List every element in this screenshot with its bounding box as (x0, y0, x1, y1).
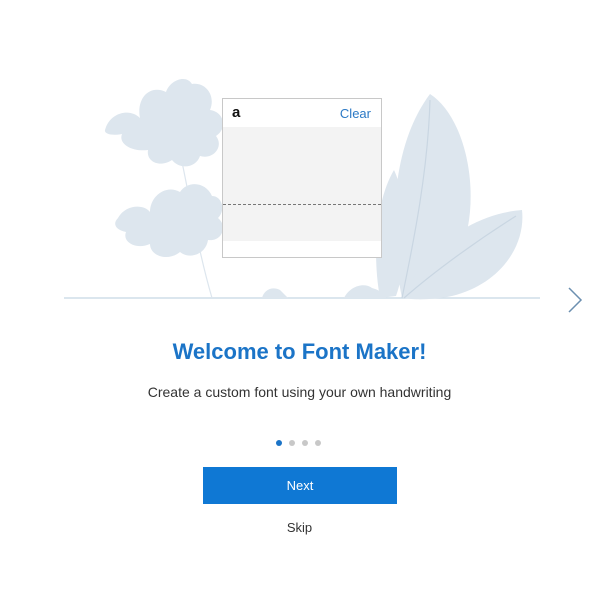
next-button[interactable]: Next (203, 467, 397, 504)
skip-link-container: Skip (0, 520, 599, 535)
handwriting-card-header: a Clear (223, 99, 381, 128)
pagination-dot-4[interactable] (315, 440, 321, 446)
page-title: Welcome to Font Maker! (172, 339, 427, 364)
pagination-dot-3[interactable] (302, 440, 308, 446)
baseline-guide (223, 204, 381, 205)
page-subtitle: Create a custom font using your own hand… (147, 384, 452, 400)
welcome-page: a Clear Welcome to Font Maker! Create a … (0, 0, 599, 598)
drawing-area[interactable] (223, 127, 381, 241)
welcome-illustration: a Clear (0, 0, 599, 305)
pagination-dot-2[interactable] (289, 440, 295, 446)
pagination-dots (276, 440, 321, 448)
card-letter: a (232, 104, 241, 121)
clear-link[interactable]: Clear (340, 106, 371, 121)
handwriting-card: a Clear (222, 98, 382, 258)
chevron-right-icon[interactable] (563, 284, 587, 316)
pagination-dot-1[interactable] (276, 440, 282, 446)
skip-link[interactable]: Skip (287, 520, 312, 535)
